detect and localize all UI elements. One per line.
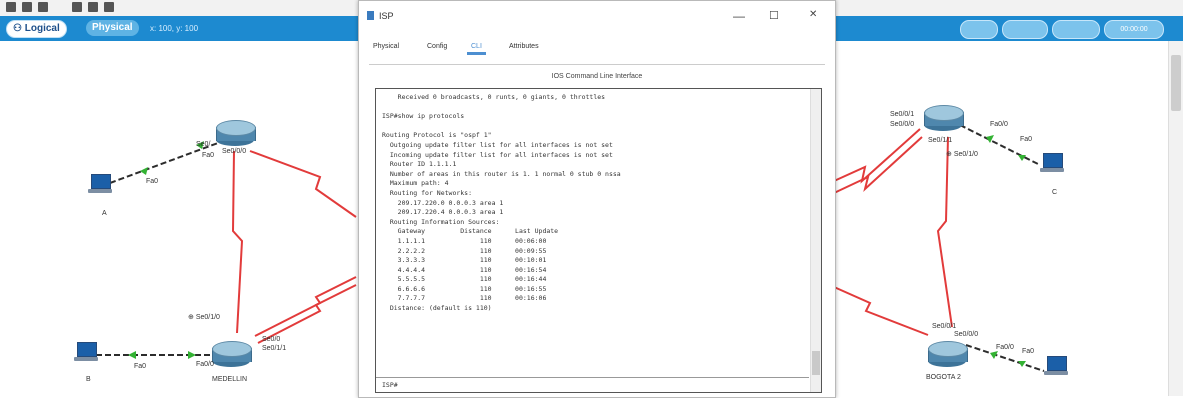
root-pill[interactable] [960, 20, 998, 39]
viewport-pill[interactable] [1052, 20, 1100, 39]
logical-icon: ⚇ [13, 23, 25, 34]
cli-separator [376, 377, 809, 378]
port-label: Fa0/0 [196, 361, 214, 368]
router-icon[interactable] [928, 341, 968, 367]
tab-physical[interactable]: Physical [373, 43, 399, 50]
link-router1-isp [249, 150, 357, 218]
logical-label: Logical [24, 23, 60, 34]
minimize-button[interactable]: — [733, 9, 745, 23]
port-label: Se0/0/1 [932, 323, 957, 330]
resize-icon[interactable] [104, 2, 114, 12]
port-label: Se0/0/1 [890, 111, 915, 118]
link-medellin-isp-b [257, 284, 357, 344]
link-router1-medellin [231, 150, 244, 334]
port-label: Fa0 [134, 363, 147, 370]
port-label: ⊕ Se0/1/0 [188, 314, 220, 321]
cli-header: IOS Command Line Interface [551, 73, 643, 80]
link-light [140, 167, 148, 175]
port-label: Se0/1/1 [262, 345, 287, 352]
port-label: Fa0/0 [990, 121, 1008, 128]
pc-icon[interactable] [74, 342, 98, 362]
link-light [1018, 361, 1026, 367]
port-label: Fa0 [1022, 348, 1035, 355]
port-label-text: Se0/1/0 [953, 151, 978, 158]
pc-icon[interactable] [1040, 153, 1064, 173]
canvas-scroll-thumb[interactable] [1171, 55, 1181, 111]
logical-tab[interactable]: ⚇ Logical [6, 20, 67, 38]
physical-label: Physical [92, 22, 133, 33]
link-isp-router3-b [833, 136, 923, 194]
physical-tab[interactable]: Physical [86, 20, 139, 36]
close-button[interactable]: ✕ [809, 9, 817, 20]
window-title: ISP [379, 11, 394, 21]
cli-scroll-thumb[interactable] [812, 351, 820, 375]
cli-console[interactable]: Received 0 broadcasts, 0 runts, 0 giants… [375, 88, 822, 393]
grid-icon[interactable] [38, 2, 48, 12]
pc-icon[interactable] [1044, 356, 1068, 376]
cli-scrollbar[interactable] [810, 89, 821, 392]
cli-output: Received 0 broadcasts, 0 runts, 0 giants… [382, 93, 621, 313]
router-icon[interactable] [212, 341, 252, 367]
router-icon[interactable] [924, 105, 964, 131]
port-label: Fa0 [1020, 136, 1033, 143]
link-medellin-isp-a [254, 276, 357, 337]
tab-cli[interactable]: CLI [467, 43, 486, 55]
coordinates-readout: x: 100, y: 100 [150, 24, 199, 33]
zoom-icon[interactable] [6, 2, 16, 12]
pc-b-label: B [86, 376, 91, 383]
link-pca-router1 [109, 142, 219, 184]
port-label: Fa0/0 [996, 344, 1014, 351]
cluster-pill[interactable] [1002, 20, 1048, 39]
tabs-divider [369, 64, 825, 65]
port-label: Se0/0/0 [222, 148, 247, 155]
tab-attributes[interactable]: Attributes [509, 43, 539, 50]
port-label: ⊕ Se0/1/0 [946, 151, 978, 158]
tab-config[interactable]: Config [427, 43, 447, 50]
pc-a-label: A [102, 210, 107, 217]
port-label: Se0/1/1 [928, 137, 953, 144]
port-label-text: Se0/1/0 [195, 314, 220, 321]
device-icon [367, 11, 374, 20]
router-icon[interactable] [216, 120, 256, 146]
port-label: Fa0 [202, 152, 215, 159]
clock-pill: 00:00:00 [1104, 20, 1164, 39]
router-bogota2-label: BOGOTA 2 [926, 374, 961, 381]
isp-device-window: ISP — ☐ ✕ Physical Config CLI Attributes… [358, 0, 836, 398]
pc-c-label: C [1052, 189, 1058, 196]
link-light [128, 351, 136, 359]
zoom-out-icon[interactable] [22, 2, 32, 12]
port-label: Se0/0/0 [890, 121, 915, 128]
port-label: Se0/0 [262, 336, 281, 343]
pc-icon[interactable] [88, 174, 112, 194]
port-label: Se0/ [196, 141, 211, 148]
port-label: Fa0 [146, 178, 159, 185]
link-isp-bogota2 [833, 286, 929, 336]
cli-prompt[interactable]: ISP# [382, 381, 398, 389]
port-label: Se0/0/0 [954, 331, 979, 338]
maximize-button[interactable]: ☐ [769, 9, 779, 22]
link-isp-router3-a [833, 128, 921, 184]
link-router3-bogota2 [936, 136, 953, 328]
link-router3-pcc [959, 124, 1041, 166]
router-medellin-label: MEDELLIN [212, 376, 248, 383]
draw-icon[interactable] [88, 2, 98, 12]
custom-shape-icon[interactable] [72, 2, 82, 12]
link-light [188, 351, 196, 359]
